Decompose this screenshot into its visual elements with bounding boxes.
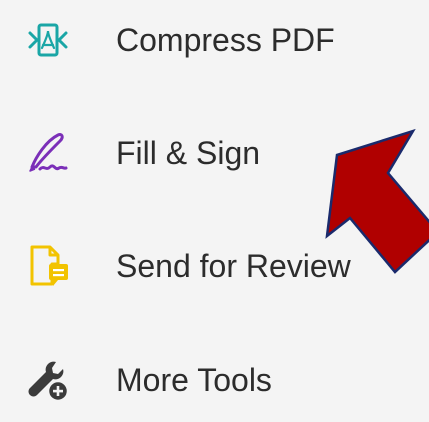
compress-pdf-icon	[26, 18, 70, 62]
tool-label: Fill & Sign	[116, 135, 261, 171]
tool-label: Compress PDF	[116, 22, 335, 58]
fill-sign-icon	[26, 131, 70, 175]
send-for-review-icon	[26, 244, 70, 288]
more-tools-icon	[26, 358, 70, 402]
tool-label: More Tools	[116, 362, 272, 398]
tool-label: Send for Review	[116, 248, 351, 284]
tools-panel: Compress PDF Fill & Sign Send for Review	[0, 0, 429, 422]
